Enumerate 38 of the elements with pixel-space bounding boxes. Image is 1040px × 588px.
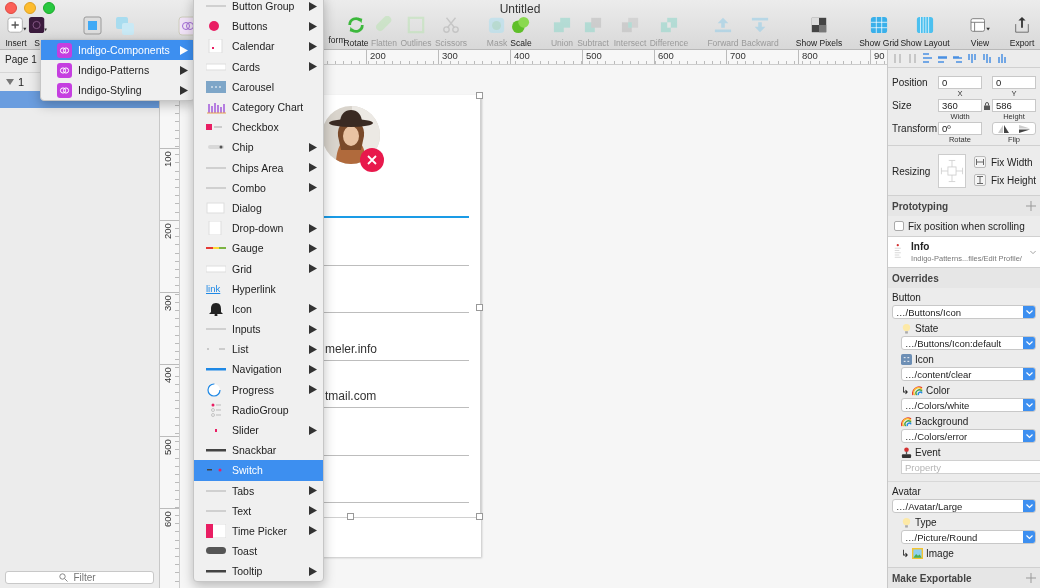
- ruler-label: 400: [514, 50, 530, 61]
- override-label: Icon: [915, 354, 934, 365]
- section-header: Prototyping: [892, 200, 949, 212]
- override-label: Image: [926, 548, 954, 559]
- override-label: Event: [915, 447, 941, 458]
- override-label: State: [915, 323, 939, 334]
- ruler-label: 600: [162, 510, 173, 527]
- nested-arrow: ↳: [901, 548, 909, 559]
- ruler-label: 400: [162, 366, 173, 383]
- option-label: Fix Width: [991, 156, 1033, 168]
- ruler-label: 300: [442, 50, 458, 61]
- ruler-label: 90: [874, 50, 885, 61]
- ruler-label: 600: [658, 50, 674, 61]
- section-header: Make Exportable: [892, 572, 972, 584]
- ruler-label: 200: [370, 50, 386, 61]
- checkbox-label: Fix position when scrolling: [908, 220, 1025, 232]
- property-label: Position: [892, 77, 929, 88]
- ruler-label: 200: [162, 222, 173, 239]
- nested-arrow: ↳: [901, 385, 909, 396]
- override-label: Color: [926, 385, 950, 396]
- ruler-label: 700: [730, 50, 746, 61]
- link-thumbnail: link: [206, 283, 222, 295]
- override-label: Background: [915, 416, 969, 427]
- option-label: Fix Height: [991, 174, 1036, 186]
- override-label: Avatar: [891, 485, 922, 498]
- ruler-label: 100: [162, 150, 173, 167]
- ruler-label: 300: [162, 294, 173, 311]
- symbol-name: Info: [911, 241, 931, 252]
- override-label: Type: [915, 517, 937, 528]
- property-label: Resizing: [892, 165, 930, 177]
- ruler-label: 800: [802, 50, 818, 61]
- override-label: Button: [891, 291, 922, 304]
- ruler-label: 500: [162, 438, 173, 455]
- property-label: Transform: [892, 123, 938, 134]
- window-title: Untitled: [499, 2, 541, 16]
- property-label: Size: [892, 100, 913, 111]
- ruler-label: 500: [586, 50, 602, 61]
- section-header: Overrides: [892, 272, 939, 284]
